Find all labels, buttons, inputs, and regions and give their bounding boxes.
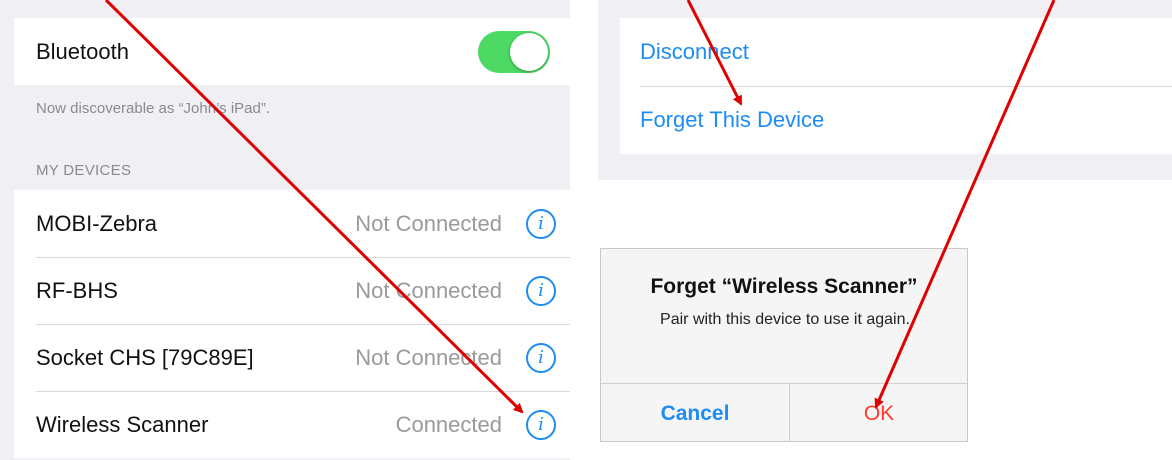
bluetooth-label: Bluetooth xyxy=(36,38,129,64)
cancel-button[interactable]: Cancel xyxy=(601,384,789,441)
forget-device-button[interactable]: Forget This Device xyxy=(620,86,1172,154)
toggle-knob xyxy=(510,32,548,71)
disconnect-button[interactable]: Disconnect xyxy=(620,18,1172,86)
device-list: MOBI-Zebra Not Connected i RF-BHS Not Co… xyxy=(14,190,570,458)
device-name: Socket CHS [79C89E] xyxy=(36,344,254,370)
device-row-mobi-zebra[interactable]: MOBI-Zebra Not Connected i xyxy=(14,190,570,257)
device-name: RF-BHS xyxy=(36,277,118,303)
info-icon[interactable]: i xyxy=(526,342,556,373)
device-name: MOBI-Zebra xyxy=(36,210,158,236)
device-name: Wireless Scanner xyxy=(36,411,209,437)
device-actions-card: Disconnect Forget This Device xyxy=(620,18,1172,154)
bluetooth-toggle[interactable] xyxy=(478,30,550,73)
forget-device-alert: Forget “Wireless Scanner” Pair with this… xyxy=(600,248,968,442)
info-icon[interactable]: i xyxy=(526,275,556,306)
bluetooth-toggle-group: Bluetooth xyxy=(14,18,570,85)
device-actions-panel: Disconnect Forget This Device xyxy=(598,0,1172,180)
info-icon[interactable]: i xyxy=(526,409,556,440)
device-status: Not Connected xyxy=(355,344,502,370)
alert-message: Pair with this device to use it again. xyxy=(660,311,910,328)
bluetooth-settings-panel: Bluetooth Now discoverable as “John’s iP… xyxy=(0,0,570,460)
device-status: Not Connected xyxy=(355,277,502,303)
info-icon[interactable]: i xyxy=(526,208,556,239)
device-row-rf-bhs[interactable]: RF-BHS Not Connected i xyxy=(14,257,570,324)
device-status: Connected xyxy=(395,411,502,437)
device-row-wireless-scanner[interactable]: Wireless Scanner Connected i xyxy=(14,391,570,458)
my-devices-header: MY DEVICES xyxy=(36,162,132,179)
device-status: Not Connected xyxy=(355,210,502,236)
ok-button[interactable]: OK xyxy=(790,384,967,441)
alert-title: Forget “Wireless Scanner” xyxy=(650,275,918,298)
device-row-socket-chs[interactable]: Socket CHS [79C89E] Not Connected i xyxy=(14,324,570,391)
bluetooth-row: Bluetooth xyxy=(14,18,570,85)
discoverable-caption: Now discoverable as “John’s iPad”. xyxy=(36,100,271,117)
